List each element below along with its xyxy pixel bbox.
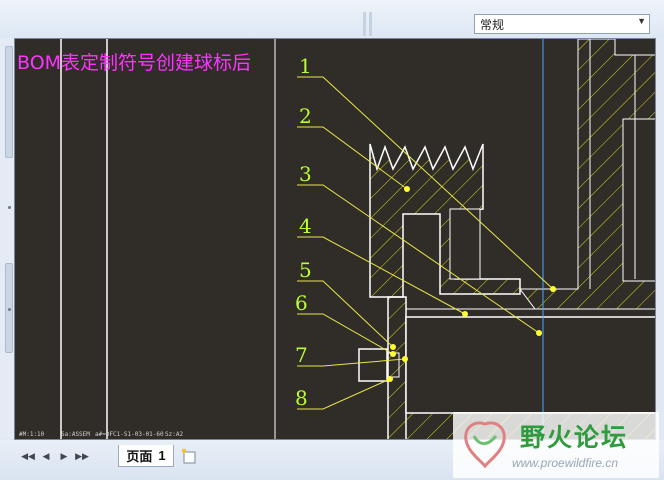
balloon-6: 6	[295, 291, 308, 315]
balloon-2: 2	[299, 104, 312, 128]
key-slot	[405, 308, 655, 318]
page-tab-number: 1	[158, 448, 166, 463]
toolbar-splitter[interactable]	[363, 12, 366, 36]
rail-dot-icon	[8, 308, 11, 311]
status-type: Sa:ASSEM	[61, 431, 90, 438]
balloon-1: 1	[299, 54, 312, 78]
pulley-section	[369, 143, 521, 298]
rail-dot-icon	[8, 206, 11, 209]
new-page-icon[interactable]	[180, 448, 198, 464]
first-page-icon[interactable]: ◀◀	[21, 449, 35, 463]
drawing-svg: 1 2 3 4 5 6 7 8	[60, 39, 655, 439]
watermark-logo-icon	[464, 421, 506, 469]
balloon-labels: 1 2 3 4 5 6 7 8	[295, 54, 312, 410]
shaft	[405, 316, 655, 414]
status-size: Sz:A2	[165, 431, 184, 438]
last-page-icon[interactable]: ▶▶	[75, 449, 89, 463]
balloon-5: 5	[299, 258, 312, 282]
balloon-3: 3	[299, 162, 312, 186]
watermark-url: www.proewildfire.cn	[512, 456, 619, 470]
balloon-8: 8	[295, 386, 308, 410]
page-tab-label: 页面	[126, 449, 153, 464]
left-rail	[0, 38, 14, 438]
rail-tab[interactable]	[5, 46, 13, 158]
nut	[358, 348, 388, 382]
housing-section	[519, 39, 655, 310]
pulley-groove	[449, 208, 481, 280]
balloon-7: 7	[295, 343, 308, 367]
toolbar-splitter[interactable]	[369, 12, 372, 36]
style-dropdown-value: 常规	[480, 17, 505, 32]
next-page-icon[interactable]: ▶	[57, 449, 71, 463]
page-tab[interactable]: 页面 1	[118, 445, 174, 467]
balloon-4: 4	[299, 214, 312, 238]
chevron-down-icon[interactable]: ▼	[637, 16, 646, 26]
status-scale: #M:1:10	[19, 431, 45, 438]
previous-page-icon[interactable]: ◀	[39, 449, 53, 463]
watermark-logo-text: 野火论坛	[520, 423, 629, 452]
hub-section	[387, 296, 407, 439]
drawing-canvas[interactable]: 1 2 3 4 5 6 7 8 BOM表定制符号创建球标后 #M:1:10 Sa…	[14, 38, 656, 440]
status-name: a#=DFC1-S1-03-01-60	[95, 431, 164, 438]
style-dropdown[interactable]: 常规 ▼	[474, 14, 650, 34]
drawing-note: BOM表定制符号创建球标后	[17, 52, 252, 74]
